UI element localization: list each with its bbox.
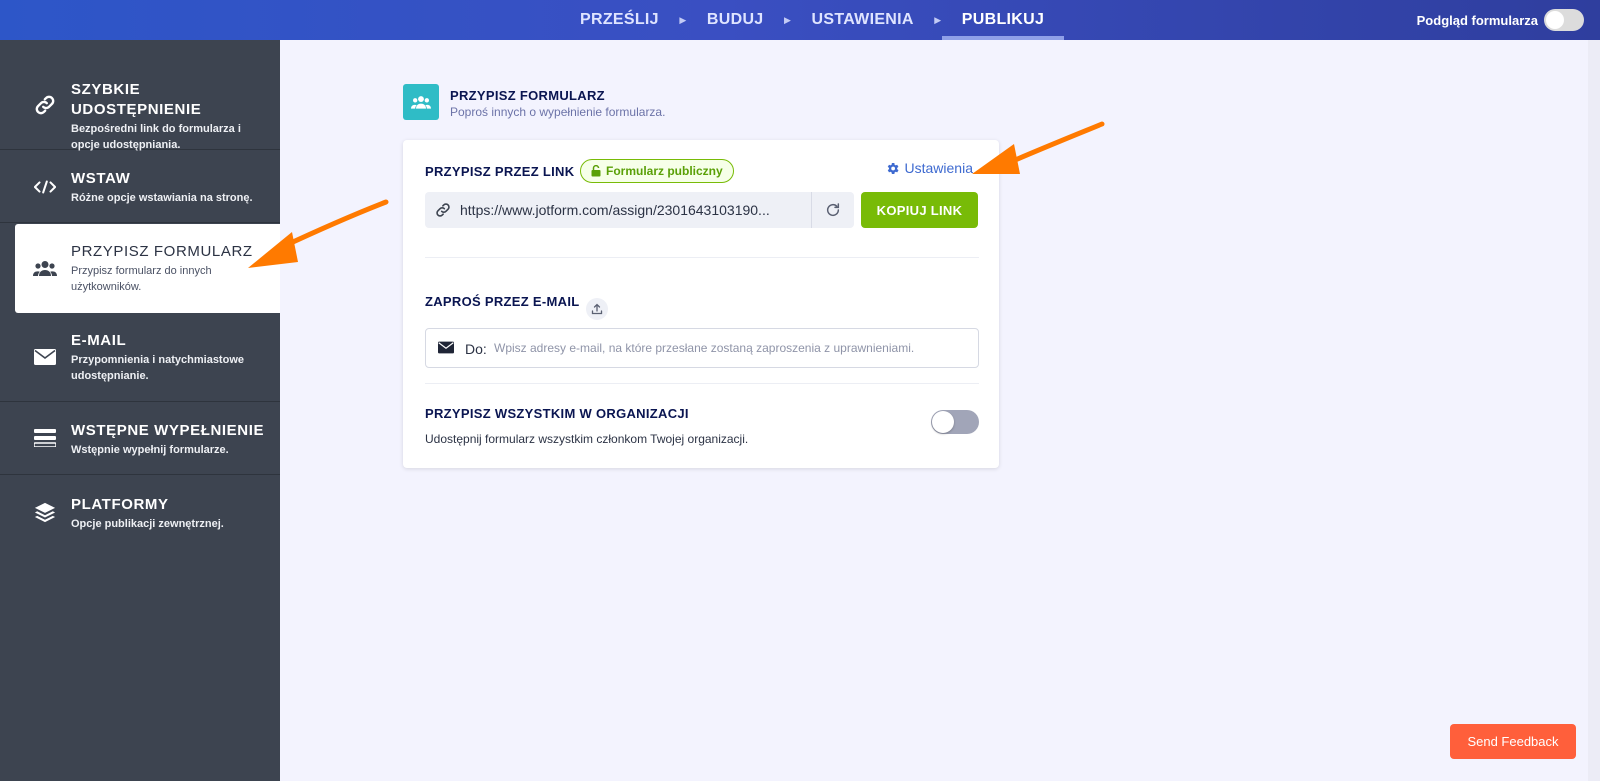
assign-org-toggle[interactable] bbox=[931, 410, 979, 434]
page-subtitle: Poproś innych o wypełnienie formularza. bbox=[450, 105, 666, 119]
sidebar-item-title: PRZYPISZ FORMULARZ bbox=[71, 243, 253, 260]
envelope-icon bbox=[33, 345, 57, 369]
annotation-arrow-icon bbox=[972, 121, 1105, 174]
form-preview-control: Podgląd formularza bbox=[1417, 0, 1584, 40]
step-chevron-icon: ▶ bbox=[679, 14, 687, 25]
form-preview-toggle[interactable] bbox=[1544, 9, 1584, 31]
sidebar-item-desc: Bezpośredni link do formularza i opcje u… bbox=[71, 123, 241, 151]
toggle-knob bbox=[1546, 11, 1564, 29]
public-form-badge[interactable]: Formularz publiczny bbox=[580, 159, 734, 183]
step-upload[interactable]: PRZEŚLIJ bbox=[560, 0, 679, 40]
assign-form-card: PRZYPISZ PRZEZ LINK Formularz publiczny … bbox=[403, 140, 999, 468]
refresh-icon bbox=[826, 203, 840, 217]
step-publish[interactable]: PUBLIKUJ bbox=[941, 0, 1065, 40]
step-build[interactable]: BUDUJ bbox=[687, 0, 784, 40]
toggle-knob bbox=[932, 411, 954, 433]
sidebar-item-desc: Różne opcje wstawiania na stronę. bbox=[71, 192, 253, 204]
link-icon bbox=[436, 203, 450, 217]
form-link-field[interactable]: https://www.jotform.com/assign/230164310… bbox=[425, 192, 854, 228]
public-form-badge-label: Formularz publiczny bbox=[606, 164, 723, 178]
form-link-url: https://www.jotform.com/assign/230164310… bbox=[460, 202, 770, 218]
divider bbox=[425, 257, 979, 258]
prefill-icon bbox=[33, 426, 57, 450]
email-invite-field[interactable]: Do: bbox=[425, 328, 979, 368]
code-icon bbox=[33, 175, 57, 199]
upload-icon[interactable] bbox=[586, 298, 608, 320]
sidebar-item-prefill[interactable]: WSTĘPNE WYPEŁNIENIE Wstępnie wypełnij fo… bbox=[0, 402, 280, 475]
annotation-arrow-icon bbox=[248, 199, 389, 268]
form-preview-label: Podgląd formularza bbox=[1416, 12, 1538, 28]
top-navigation-bar: PRZEŚLIJ ▶ BUDUJ ▶ USTAWIENIA ▶ PUBLIKUJ… bbox=[0, 0, 1600, 40]
invite-by-email-label: ZAPROŚ PRZEZ E-MAIL bbox=[425, 294, 580, 309]
scrollbar[interactable] bbox=[1588, 40, 1600, 781]
sidebar-item-email[interactable]: E-MAIL Przypomnienia i natychmiastowe ud… bbox=[0, 314, 280, 402]
refresh-link-button[interactable] bbox=[811, 192, 854, 228]
send-feedback-button[interactable]: Send Feedback bbox=[1450, 724, 1576, 759]
link-icon bbox=[33, 93, 57, 117]
users-icon bbox=[403, 84, 439, 120]
settings-link[interactable]: Ustawienia bbox=[885, 160, 973, 176]
step-chevron-icon: ▶ bbox=[934, 14, 942, 25]
sidebar-item-desc: Przypisz formularz do innych użytkownikó… bbox=[71, 265, 212, 293]
wizard-steps: PRZEŚLIJ ▶ BUDUJ ▶ USTAWIENIA ▶ PUBLIKUJ bbox=[560, 0, 1065, 40]
divider bbox=[425, 383, 979, 384]
email-input[interactable] bbox=[494, 335, 964, 361]
sidebar-item-embed[interactable]: WSTAW Różne opcje wstawiania na stronę. bbox=[0, 150, 280, 223]
email-to-label: Do: bbox=[465, 341, 487, 357]
copy-link-button[interactable]: KOPIUJ LINK bbox=[861, 192, 978, 228]
gear-icon bbox=[887, 162, 899, 174]
sidebar-item-title: PLATFORMY bbox=[71, 496, 169, 513]
publish-sidebar: SZYBKIE UDOSTĘPNIENIE Bezpośredni link d… bbox=[0, 40, 280, 781]
step-settings[interactable]: USTAWIENIA bbox=[792, 0, 934, 40]
assign-by-link-label: PRZYPISZ PRZEZ LINK bbox=[425, 164, 575, 179]
assign-org-desc: Udostępnij formularz wszystkim członkom … bbox=[425, 432, 749, 446]
unlock-icon bbox=[591, 165, 601, 177]
sidebar-item-title: WSTAW bbox=[71, 170, 131, 187]
users-icon bbox=[33, 256, 57, 280]
assign-org-label: PRZYPISZ WSZYSTKIM W ORGANIZACJI bbox=[425, 406, 689, 421]
settings-link-label: Ustawienia bbox=[904, 160, 973, 176]
sidebar-item-desc: Przypomnienia i natychmiastowe udostępni… bbox=[71, 354, 244, 382]
layers-icon bbox=[33, 500, 57, 524]
page-title: PRZYPISZ FORMULARZ bbox=[450, 88, 605, 103]
sidebar-item-desc: Opcje publikacji zewnętrznej. bbox=[71, 518, 224, 530]
sidebar-item-quick-share[interactable]: SZYBKIE UDOSTĘPNIENIE Bezpośredni link d… bbox=[0, 40, 280, 151]
envelope-icon bbox=[438, 341, 454, 354]
sidebar-item-title: SZYBKIE UDOSTĘPNIENIE bbox=[71, 81, 202, 118]
sidebar-item-desc: Wstępnie wypełnij formularze. bbox=[71, 444, 229, 456]
step-chevron-icon: ▶ bbox=[784, 14, 791, 25]
sidebar-item-platforms[interactable]: PLATFORMY Opcje publikacji zewnętrznej. bbox=[0, 476, 280, 549]
sidebar-item-title: WSTĘPNE WYPEŁNIENIE bbox=[71, 422, 265, 439]
sidebar-item-title: E-MAIL bbox=[71, 332, 127, 349]
